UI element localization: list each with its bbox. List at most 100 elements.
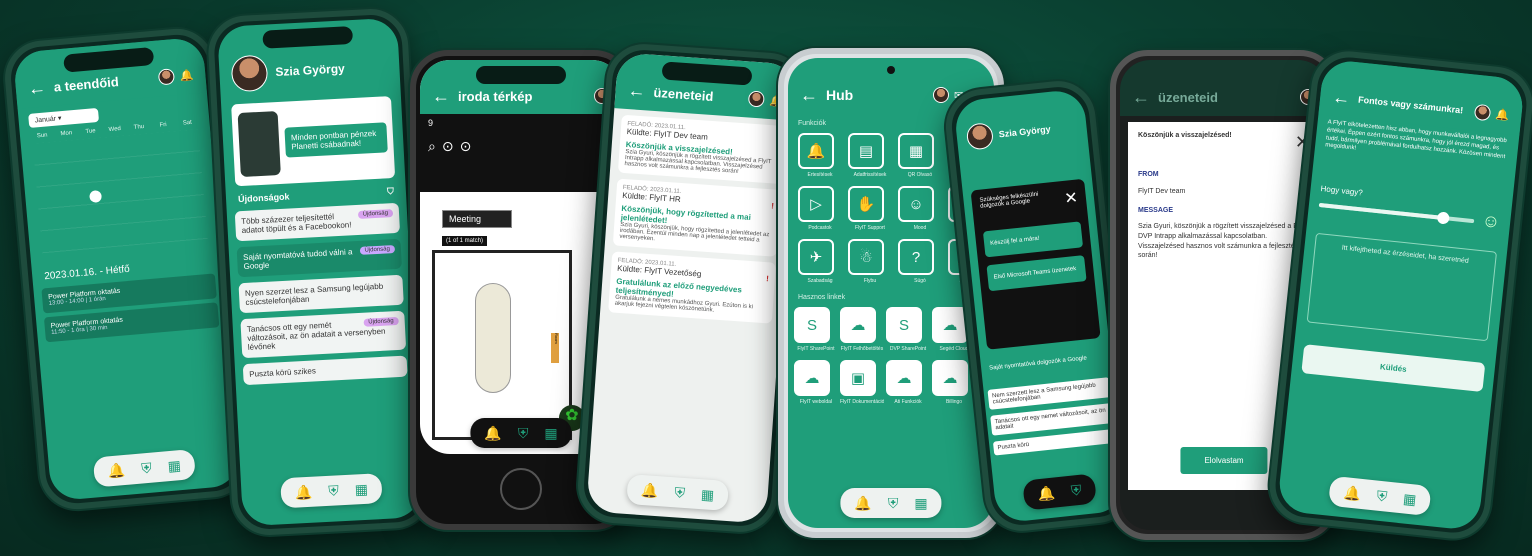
filter-icon[interactable]: ⛉	[387, 186, 394, 197]
search-icon[interactable]: ⌕	[428, 138, 436, 155]
page-title: üzeneteid	[1158, 89, 1218, 105]
hub-link-5[interactable]: ☁ FlyIT weboldal	[794, 360, 834, 405]
news-icon: ▤	[848, 133, 884, 169]
hub-tile-4[interactable]: ▷ Podcastok	[798, 186, 842, 231]
read-button[interactable]: Elolvastam	[1180, 447, 1268, 474]
bell-icon: 🔔	[798, 133, 834, 169]
hub-link-0[interactable]: S FlyIT SharePoint	[794, 307, 835, 352]
back-arrow-icon[interactable]: ←	[1132, 87, 1150, 108]
message-card[interactable]: FELADÓ: 2023.01.11. Küldte: FlyIT HR! Kö…	[612, 178, 782, 257]
back-arrow-icon[interactable]: ←	[1331, 86, 1351, 109]
feelings-textarea[interactable]: Itt kifejtheted az érzéseidet, ha szeret…	[1306, 232, 1498, 342]
tile-label: FlyIT Felhőbetöltés	[840, 346, 884, 352]
bell-icon[interactable]: 🔔	[107, 461, 126, 479]
bell-icon[interactable]: 🔔	[1037, 484, 1056, 503]
hub-tile-5[interactable]: ✋ FlyIT Support	[848, 186, 892, 231]
promo-banner[interactable]: Minden pontban pénzek Planetti csábadnak…	[231, 96, 396, 187]
smile-icon: ☺	[898, 186, 934, 222]
hub-link-7[interactable]: ☁ Ati Funkciók	[886, 360, 926, 405]
phone-messages: ← üzeneteid 🔔 FELADÓ: 2023.01.11. Küldte…	[575, 41, 809, 535]
hub-tile-2[interactable]: ▦ QR Olvasó	[898, 133, 942, 178]
back-arrow-icon[interactable]: ←	[627, 80, 646, 102]
alert-icon: !	[770, 201, 775, 211]
grid-icon[interactable]: ▦	[700, 486, 714, 504]
bell-icon[interactable]: 🔔	[294, 483, 312, 501]
shield-icon[interactable]: ⛨	[1070, 481, 1082, 499]
avatar[interactable]	[1474, 103, 1492, 122]
message-card[interactable]: FELADÓ: 2023.01.11. Küldte: FlyIT Vezető…	[608, 251, 776, 324]
avatar[interactable]	[158, 68, 176, 86]
doc-icon: ▣	[840, 360, 876, 396]
slider-handle[interactable]	[1436, 211, 1450, 225]
hub-tile-8[interactable]: ✈ Szabadság	[798, 239, 842, 284]
back-arrow-icon[interactable]: ←	[27, 77, 47, 99]
avatar[interactable]	[748, 90, 766, 108]
camera	[887, 66, 895, 74]
bell-icon[interactable]: 🔔	[484, 425, 501, 442]
hub-link-2[interactable]: S DVP SharePoint	[886, 307, 926, 352]
robot-icon: ☃	[848, 239, 884, 275]
grid-icon[interactable]: ▦	[544, 425, 557, 442]
links-grid: S FlyIT SharePoint ☁ FlyIT Felhőbetöltés S DV…	[794, 307, 994, 405]
bell-icon[interactable]: 🔔	[854, 495, 871, 512]
month-select[interactable]: Január ▾	[28, 107, 100, 128]
tile-label: Értesítések	[807, 172, 833, 178]
news-card[interactable]: Újdonság Saját nyomtatóvá tudod válni a G…	[236, 238, 402, 278]
section-title: Hasznos linkek	[798, 294, 846, 301]
tile-label: Flybu	[863, 278, 877, 284]
shield-icon[interactable]: ⛨	[328, 482, 339, 500]
message-card[interactable]: FELADÓ: 2023.01.11. Küldte: FlyIT Dev te…	[617, 114, 786, 184]
calendar-days[interactable]	[32, 129, 208, 254]
avatar[interactable]	[230, 54, 269, 93]
send-button[interactable]: Küldés	[1301, 344, 1486, 393]
hub-link-1[interactable]: ☁ FlyIT Felhőbetöltés	[840, 307, 883, 352]
shield-icon[interactable]: ⛨	[888, 495, 899, 512]
chevron-down-icon[interactable]: ⊙	[460, 138, 472, 155]
chevron-up-icon[interactable]: ⊙	[442, 138, 454, 155]
grid-icon[interactable]: ▦	[914, 495, 927, 512]
grid-icon[interactable]: ▦	[1402, 490, 1417, 508]
back-arrow-icon[interactable]: ←	[432, 86, 450, 107]
phone-home: Szia György Minden pontban pénzek Planet…	[206, 7, 434, 537]
bell-icon[interactable]: 🔔	[1343, 484, 1362, 503]
hub-tile-6[interactable]: ☺ Mood	[898, 186, 942, 231]
news-item[interactable]: Saját nyomtatóvá dolgozók a Google	[985, 349, 1108, 376]
plane-icon: ✈	[798, 239, 834, 275]
hub-tile-0[interactable]: 🔔 Értesítések	[798, 133, 842, 178]
bottom-nav: 🔔 ⛨ ▦	[626, 474, 730, 511]
bell-icon[interactable]: 🔔	[641, 481, 660, 499]
avatar[interactable]	[933, 87, 950, 103]
hub-link-8[interactable]: ☁ Billingo	[932, 360, 972, 405]
hub-tile-9[interactable]: ☃ Flybu	[848, 239, 892, 284]
page-title: Hub	[826, 87, 854, 103]
hub-tile-10[interactable]: ? Súgó	[898, 239, 942, 284]
modal-option[interactable]: Készülj fel a mára!	[982, 221, 1084, 258]
home-button[interactable]	[500, 468, 542, 510]
hub-tile-1[interactable]: ▤ Adatfrissítések	[848, 133, 892, 178]
hub-link-6[interactable]: ▣ FlyIT Dokumentáció	[840, 360, 884, 405]
map-search-value[interactable]: 9	[420, 114, 622, 132]
news-card[interactable]: Nyen szerzet lesz a Samsung legújabb csú…	[238, 274, 404, 314]
shield-icon[interactable]: ⛨	[518, 425, 529, 442]
news-card[interactable]: Újdonság Több százezer teljesítettél adat…	[234, 202, 401, 242]
back-arrow-icon[interactable]: ←	[800, 85, 818, 106]
avatar[interactable]	[965, 122, 995, 151]
shield-icon[interactable]: ⛨	[1376, 487, 1388, 505]
tile-label: Súgó	[914, 278, 926, 284]
bell-icon[interactable]: 🔔	[1495, 107, 1510, 121]
grid-icon[interactable]: ▦	[354, 480, 368, 498]
grid-icon[interactable]: ▦	[167, 457, 182, 475]
header: ← a teendőid 🔔	[12, 36, 207, 109]
close-icon[interactable]: ✕	[1063, 188, 1079, 209]
cloud2-icon: ☁	[932, 307, 968, 343]
bell-icon[interactable]: 🔔	[179, 68, 194, 82]
selected-day[interactable]	[89, 189, 103, 203]
meeting-room[interactable]: Room ✿	[432, 250, 585, 440]
modal-option[interactable]: Első Microsoft Teams üzenetek	[986, 255, 1087, 292]
shield-icon[interactable]: ⛨	[141, 459, 153, 477]
bottom-nav: 🔔 ⛨ ▦	[840, 488, 942, 518]
news-card[interactable]: Puszta körü szikes	[242, 355, 408, 386]
meeting-filter[interactable]: Meeting	[442, 210, 512, 228]
news-card[interactable]: Újdonság Tanácsos ott egy nemét változáso…	[240, 310, 407, 359]
shield-icon[interactable]: ⛨	[674, 484, 686, 502]
